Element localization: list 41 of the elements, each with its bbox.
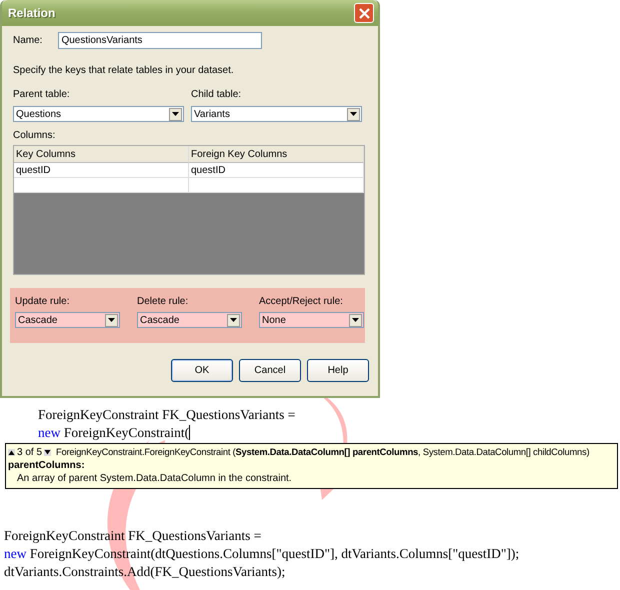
code-line: new ForeignKeyConstraint(dtQuestions.Columns["questID"], dtVariants.Columns["questID"]); [4,545,520,563]
field-label: Name: [13,35,42,46]
dropdown[interactable]: None [259,312,364,328]
method-signature: ForeignKeyConstraint.ForeignKeyConstraint (System.Data.DataColumn[] parentColumns, System.Data.DataColumn[] childColumns) [56,446,590,459]
overload-counter: 3 of 5 [17,446,42,459]
down-arrow-icon [44,449,52,456]
dropdown-arrow-icon [108,318,115,322]
dialog-button[interactable]: Help [307,359,369,382]
dropdown-arrow-icon [230,318,237,322]
field-label: Columns: [13,130,56,141]
code-line: ForeignKeyConstraint FK_QuestionsVariants = [4,527,262,545]
close-icon [358,8,370,18]
field-label: Delete rule: [137,296,190,307]
table-cell: questID [189,163,364,178]
column-header: Foreign Key Columns [189,146,364,163]
dropdown[interactable]: Cascade [15,312,120,328]
window-title: Relation [8,6,56,20]
dropdown-arrow-icon [172,112,179,116]
code-line: dtVariants.Constraints.Add(FK_QuestionsVariants); [4,563,286,581]
dialog-button[interactable]: Cancel [239,359,301,382]
text-cursor [189,425,190,440]
dropdown-arrow-icon [352,318,359,322]
field-label: Parent table: [13,89,71,100]
field-label: Accept/Reject rule: [259,296,344,307]
dropdown[interactable]: Cascade [137,312,242,328]
field-label: Update rule: [15,296,70,307]
dropdown-arrow-icon [350,112,357,116]
up-arrow-icon [8,449,15,456]
close-button[interactable] [354,3,374,23]
column-header: Key Columns [14,146,189,163]
code-line: ForeignKeyConstraint FK_QuestionsVariants = [38,406,296,424]
parameter-name: parentColumns: [8,459,86,472]
name-field[interactable]: QuestionsVariants [58,32,262,49]
parameter-description: An array of parent System.Data.DataColumn in the constraint. [16,472,293,485]
dropdown[interactable]: Variants [191,106,362,122]
code-line: new ForeignKeyConstraint( [38,424,192,442]
dropdown[interactable]: Questions [13,106,184,122]
field-label: Child table: [191,89,242,100]
dialog-button[interactable]: OK [171,359,233,382]
instruction-text: Specify the keys that relate tables in your dataset. [13,65,235,76]
table-cell: questID [14,163,189,178]
